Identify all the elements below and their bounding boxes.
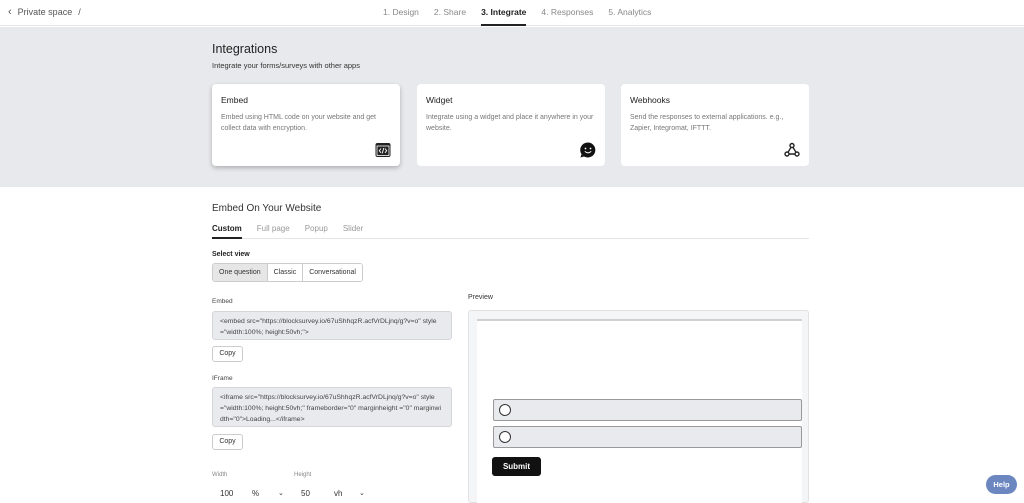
- breadcrumb-separator: /: [78, 7, 81, 17]
- card-title: Webhooks: [630, 95, 671, 105]
- step-share[interactable]: 2. Share: [434, 0, 466, 26]
- chevron-down-icon[interactable]: ⌄: [359, 489, 365, 498]
- width-unit-select[interactable]: %: [252, 489, 278, 498]
- height-control: 50 vh ⌄: [301, 489, 365, 498]
- card-description: Embed using HTML code on your website an…: [221, 114, 376, 132]
- chevron-left-icon[interactable]: ‹: [8, 7, 12, 18]
- iframe-code-box[interactable]: <iframe src="https://blocksurvey.io/67uS…: [212, 387, 452, 427]
- step-analytics[interactable]: 5. Analytics: [608, 0, 651, 26]
- tab-popup[interactable]: Popup: [305, 223, 328, 239]
- preview-panel: Submit: [468, 310, 809, 503]
- view-classic[interactable]: Classic: [267, 264, 304, 281]
- widget-card[interactable]: Widget Integrate using a widget and plac…: [417, 84, 605, 166]
- view-selector: One question Classic Conversational: [212, 263, 363, 282]
- radio-icon[interactable]: [499, 431, 511, 443]
- card-description: Integrate using a widget and place it an…: [426, 114, 594, 132]
- embed-tabs: Custom Full page Popup Slider: [212, 223, 809, 239]
- iframe-code-label: IFrame: [212, 375, 233, 382]
- help-button[interactable]: Help: [986, 475, 1017, 494]
- view-one-question[interactable]: One question: [213, 264, 268, 281]
- embed-code-label: Embed: [212, 298, 233, 305]
- breadcrumb[interactable]: ‹ Private space /: [8, 7, 81, 18]
- select-view-label: Select view: [212, 251, 250, 258]
- view-conversational[interactable]: Conversational: [303, 264, 362, 281]
- copy-embed-button[interactable]: Copy: [212, 346, 243, 362]
- webhook-icon: [784, 142, 800, 158]
- code-icon: [375, 142, 391, 158]
- step-design[interactable]: 1. Design: [383, 0, 419, 26]
- choice-option[interactable]: [493, 426, 802, 448]
- embed-code-box[interactable]: <embed src="https://blocksurvey.io/67uSh…: [212, 311, 452, 340]
- smile-icon: [580, 142, 596, 158]
- height-unit-select[interactable]: vh: [334, 489, 359, 498]
- height-label: Height: [294, 472, 312, 478]
- card-title: Embed: [221, 95, 248, 105]
- width-control: 100 % ⌄: [220, 489, 284, 498]
- height-input[interactable]: 50: [301, 489, 334, 498]
- top-bar: ‹ Private space / 1. Design 2. Share 3. …: [0, 0, 1024, 26]
- tab-slider[interactable]: Slider: [343, 223, 363, 239]
- integrations-title: Integrations: [212, 42, 278, 56]
- webhooks-card[interactable]: Webhooks Send the responses to external …: [621, 84, 809, 166]
- tab-custom[interactable]: Custom: [212, 223, 242, 239]
- embed-card[interactable]: Embed Embed using HTML code on your webs…: [212, 84, 400, 166]
- width-input[interactable]: 100: [220, 489, 252, 498]
- card-description: Send the responses to external applicati…: [630, 114, 784, 132]
- preview-frame: Submit: [477, 319, 802, 503]
- integrations-subtitle: Integrate your forms/surveys with other …: [212, 61, 360, 70]
- width-label: Width: [212, 472, 228, 478]
- submit-button[interactable]: Submit: [492, 457, 541, 476]
- step-integrate[interactable]: 3. Integrate: [481, 0, 527, 26]
- preview-label: Preview: [468, 294, 493, 301]
- choice-option[interactable]: [493, 399, 802, 421]
- breadcrumb-space[interactable]: Private space: [18, 7, 73, 17]
- copy-iframe-button[interactable]: Copy: [212, 434, 243, 450]
- radio-icon[interactable]: [499, 404, 511, 416]
- tab-full-page[interactable]: Full page: [257, 223, 290, 239]
- step-nav: 1. Design 2. Share 3. Integrate 4. Respo…: [383, 0, 666, 26]
- card-title: Widget: [426, 95, 453, 105]
- step-responses[interactable]: 4. Responses: [541, 0, 593, 26]
- embed-section-title: Embed On Your Website: [212, 203, 322, 214]
- chevron-down-icon[interactable]: ⌄: [278, 489, 284, 498]
